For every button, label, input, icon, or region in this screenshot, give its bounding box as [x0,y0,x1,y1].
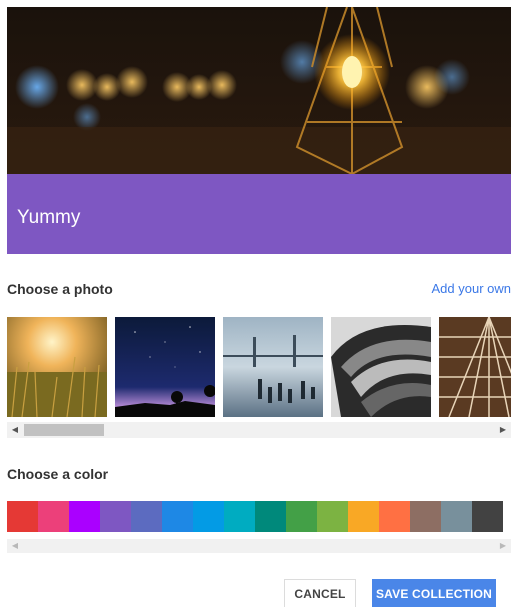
color-swatch[interactable] [193,501,224,532]
color-swatch[interactable] [38,501,69,532]
photo-scrollbar[interactable]: ◀ ▶ [7,422,511,438]
choose-photo-label: Choose a photo [7,281,113,297]
bridge-pier-photo[interactable] [223,317,323,417]
building-ceiling-photo[interactable] [439,317,511,417]
color-swatch[interactable] [100,501,131,532]
color-swatch[interactable] [131,501,162,532]
color-swatch[interactable] [317,501,348,532]
color-swatch[interactable] [286,501,317,532]
color-palette [7,501,511,532]
grass-sunset-photo[interactable] [7,317,107,417]
add-your-own-link[interactable]: Add your own [432,281,512,296]
metal-lens-photo[interactable] [331,317,431,417]
scroll-right-icon[interactable]: ▶ [495,422,511,438]
collection-title-bar: Yummy [7,174,511,254]
night-sky-photo[interactable] [115,317,215,417]
color-swatch[interactable] [255,501,286,532]
photo-strip [7,317,511,417]
cover-photo [7,7,511,174]
color-swatch[interactable] [69,501,100,532]
scroll-left-icon[interactable]: ◀ [7,539,23,553]
color-swatch[interactable] [348,501,379,532]
color-swatch[interactable] [441,501,472,532]
color-swatch[interactable] [224,501,255,532]
collection-title[interactable]: Yummy [17,207,80,229]
color-swatch[interactable] [7,501,38,532]
scroll-left-icon[interactable]: ◀ [7,422,23,438]
color-swatch[interactable] [379,501,410,532]
color-swatch[interactable] [472,501,503,532]
cancel-button[interactable]: CANCEL [284,579,356,607]
scroll-right-icon[interactable]: ▶ [495,539,511,553]
color-swatch[interactable] [410,501,441,532]
save-collection-button[interactable]: SAVE COLLECTION [372,579,496,607]
choose-color-label: Choose a color [7,466,109,482]
color-scrollbar[interactable]: ◀ ▶ [7,539,511,553]
color-swatch[interactable] [162,501,193,532]
scrollbar-thumb[interactable] [24,424,104,436]
